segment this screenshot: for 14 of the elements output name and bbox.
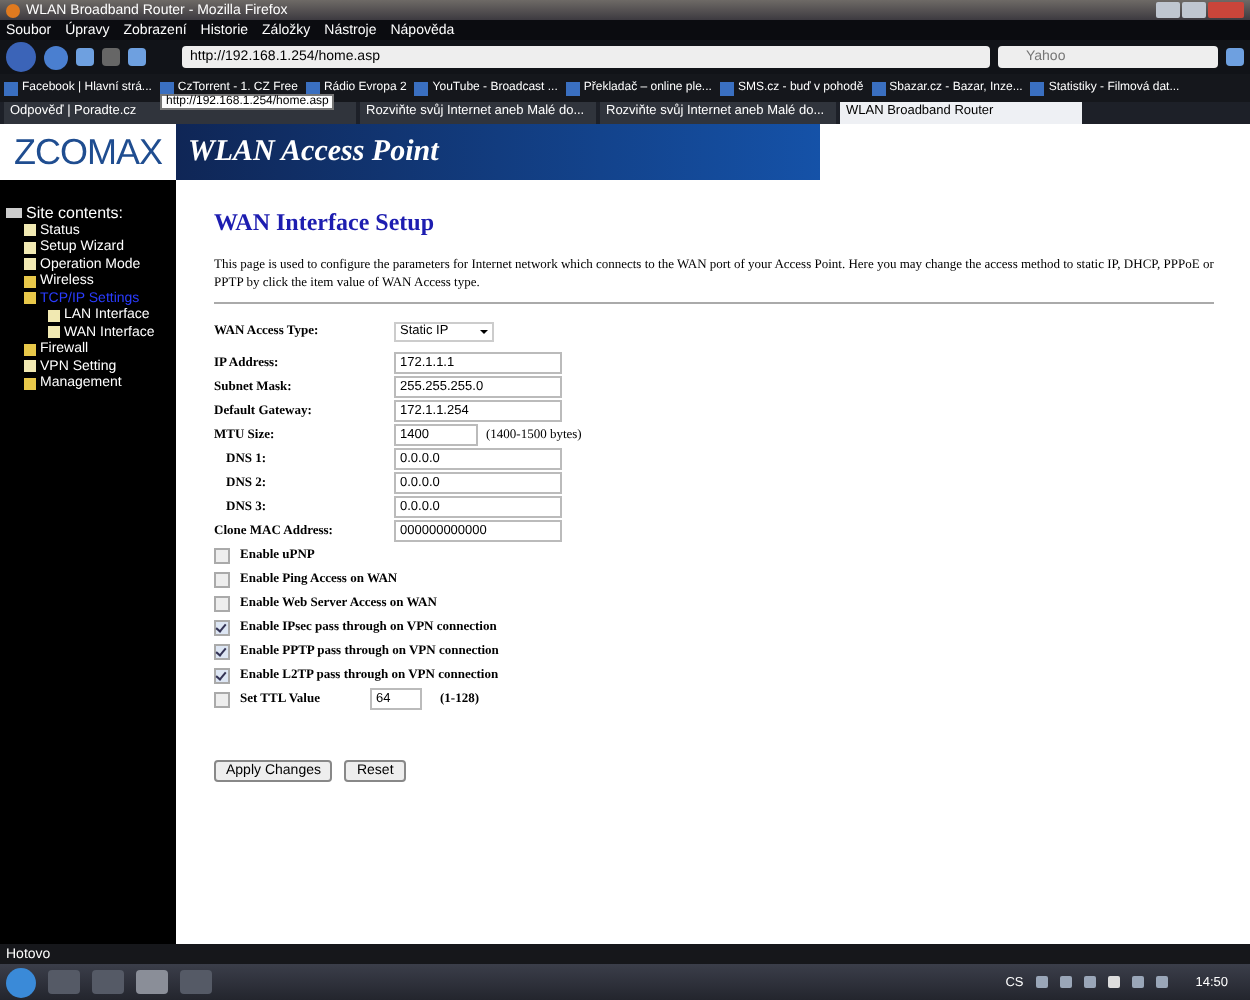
sidebar-title: Site contents:: [26, 204, 123, 222]
checkbox[interactable]: [214, 667, 230, 684]
checkbox[interactable]: [214, 571, 230, 588]
page-heading: WAN Interface Setup: [214, 208, 436, 238]
back-button[interactable]: [6, 42, 36, 72]
page-banner: WLAN Access Point: [176, 124, 1250, 180]
checkbox[interactable]: [214, 619, 230, 636]
checkbox[interactable]: [214, 595, 230, 612]
checkbox[interactable]: [214, 547, 230, 564]
start-button[interactable]: [6, 967, 36, 997]
brand-logo: ZCOMAX: [0, 124, 176, 180]
checkbox[interactable]: [214, 643, 230, 660]
forward-button[interactable]: [44, 45, 68, 69]
checkbox[interactable]: [214, 691, 230, 708]
